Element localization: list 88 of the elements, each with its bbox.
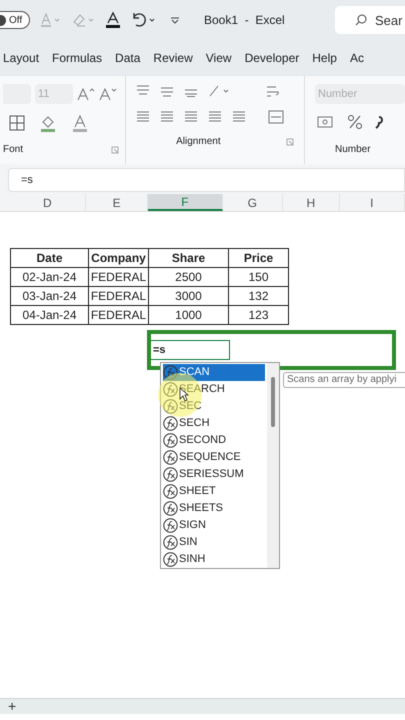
wrap-text-icon[interactable] bbox=[266, 84, 280, 98]
function-suggestion[interactable]: SIGN bbox=[163, 517, 265, 534]
add-sheet-button[interactable]: + bbox=[8, 699, 16, 713]
dialog-launcher-icon[interactable] bbox=[286, 138, 294, 146]
function-suggestion[interactable]: SEQUENCE bbox=[163, 449, 265, 466]
function-icon bbox=[163, 467, 178, 482]
column-header[interactable]: D bbox=[10, 194, 86, 211]
function-suggestion[interactable]: SHEETS bbox=[163, 500, 265, 517]
ribbon-tab[interactable]: Developer bbox=[244, 49, 300, 67]
table-cell: 3000 bbox=[148, 286, 228, 306]
orientation-icon[interactable] bbox=[208, 84, 230, 98]
function-icon bbox=[163, 365, 178, 380]
grow-font-icon[interactable] bbox=[77, 87, 95, 101]
align-icon[interactable] bbox=[160, 85, 174, 97]
font-color-icon[interactable] bbox=[71, 114, 89, 132]
tooltip: Scans an array by applyi bbox=[283, 372, 405, 388]
table-cell: 2500 bbox=[148, 268, 228, 286]
align-icon[interactable] bbox=[160, 111, 174, 123]
search-field[interactable]: Sear bbox=[335, 6, 405, 34]
ribbon-tab[interactable]: Review bbox=[153, 49, 193, 67]
ribbon-tab[interactable]: View bbox=[206, 49, 232, 67]
group-label: Font bbox=[3, 143, 24, 157]
function-suggestion[interactable]: SHEET bbox=[163, 483, 265, 500]
align-icon[interactable] bbox=[208, 111, 222, 123]
table-cell: 132 bbox=[228, 286, 288, 306]
percent-icon[interactable] bbox=[347, 114, 363, 130]
table-cell: 03-Jan-24 bbox=[10, 286, 88, 306]
column-header[interactable]: G bbox=[222, 194, 284, 211]
formula-field[interactable]: =s bbox=[8, 168, 405, 192]
search-icon bbox=[355, 14, 367, 26]
function-icon bbox=[163, 518, 178, 533]
function-icon bbox=[163, 552, 178, 567]
font-color-icon[interactable] bbox=[106, 11, 120, 29]
autosave-toggle[interactable]: Off bbox=[0, 11, 30, 29]
table-cell: FEDERAL bbox=[88, 268, 148, 286]
function-icon bbox=[163, 399, 178, 414]
column-header[interactable]: H bbox=[283, 194, 340, 211]
group-label: Alignment bbox=[176, 135, 221, 149]
table-cell: 04-Jan-24 bbox=[10, 306, 88, 324]
table-cell: 123 bbox=[228, 306, 288, 324]
scrollbar-thumb[interactable] bbox=[271, 377, 275, 427]
autosave-label: Off bbox=[9, 14, 22, 28]
table-cell: 02-Jan-24 bbox=[10, 268, 88, 286]
ribbon-tab[interactable]: Help bbox=[312, 49, 337, 67]
function-suggestion[interactable]: SECOND bbox=[163, 432, 265, 449]
ribbon-tab[interactable]: Ac bbox=[350, 49, 364, 67]
table-cell: 150 bbox=[228, 268, 288, 286]
align-icon[interactable] bbox=[184, 111, 198, 123]
function-suggestion[interactable]: SERIESSUM bbox=[163, 466, 265, 483]
customize-icon[interactable] bbox=[170, 15, 180, 25]
function-suggestion[interactable]: SIN bbox=[163, 534, 265, 551]
fill-color-icon[interactable] bbox=[39, 114, 57, 132]
table-cell: FEDERAL bbox=[88, 286, 148, 306]
align-icon[interactable] bbox=[136, 85, 150, 97]
table-header: Company bbox=[88, 248, 148, 268]
function-icon bbox=[163, 450, 178, 465]
align-icon[interactable] bbox=[136, 111, 150, 123]
dialog-launcher-icon[interactable] bbox=[111, 146, 120, 154]
shrink-font-icon[interactable] bbox=[99, 87, 117, 101]
function-icon bbox=[163, 535, 178, 550]
ribbon-tab[interactable]: Data bbox=[115, 49, 140, 67]
group-label: Number bbox=[335, 143, 372, 157]
ribbon-tab[interactable]: Formulas bbox=[52, 49, 102, 67]
table-cell: FEDERAL bbox=[88, 306, 148, 324]
merge-icon[interactable] bbox=[268, 110, 284, 124]
window-title: Book1 - Excel bbox=[204, 12, 285, 29]
table-header: Share bbox=[148, 248, 228, 268]
comma-icon[interactable] bbox=[375, 115, 383, 129]
column-header[interactable]: F bbox=[148, 194, 222, 211]
align-icon[interactable] bbox=[232, 111, 246, 123]
function-icon bbox=[163, 484, 178, 499]
table-cell: 1000 bbox=[148, 306, 228, 324]
function-suggestion[interactable]: SCAN bbox=[163, 364, 265, 381]
font-color-icon[interactable] bbox=[40, 12, 62, 28]
function-icon bbox=[163, 382, 178, 397]
ribbon-tab[interactable]: Layout bbox=[3, 49, 40, 67]
function-icon bbox=[163, 433, 178, 448]
table-header: Price bbox=[228, 248, 288, 268]
function-icon bbox=[163, 501, 178, 516]
cell-editor[interactable]: =s bbox=[150, 340, 230, 360]
borders-icon[interactable] bbox=[9, 115, 25, 131]
number-format-field[interactable]: Number bbox=[315, 84, 405, 104]
column-header[interactable]: I bbox=[340, 194, 405, 211]
currency-icon[interactable] bbox=[317, 115, 335, 129]
function-suggestion[interactable]: SINH bbox=[163, 551, 265, 568]
table-header: Date bbox=[10, 248, 88, 268]
function-suggestion[interactable]: SECH bbox=[163, 415, 265, 432]
function-icon bbox=[163, 416, 178, 431]
